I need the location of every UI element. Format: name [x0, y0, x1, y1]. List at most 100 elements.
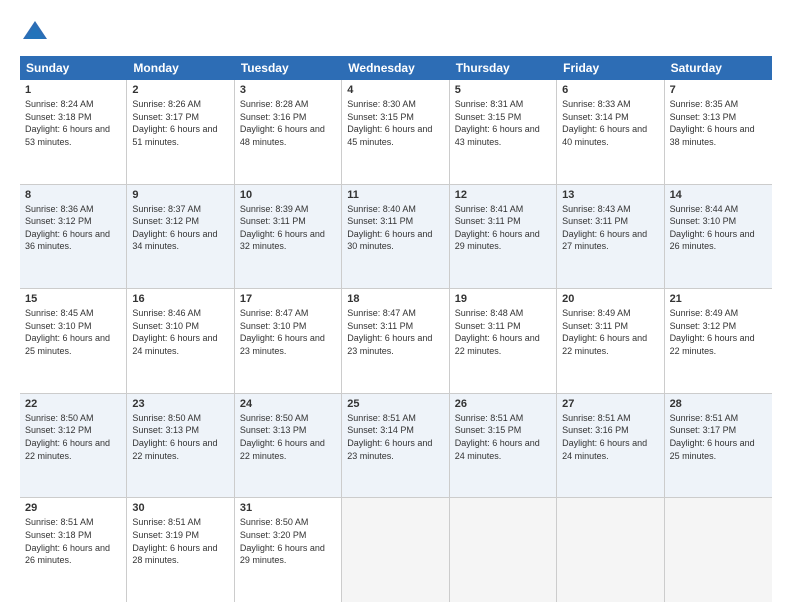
sunrise: Sunrise: 8:47 AM	[240, 308, 309, 318]
daylight: Daylight: 6 hours and 36 minutes.	[25, 229, 110, 252]
sunrise: Sunrise: 8:50 AM	[25, 413, 94, 423]
weekday-header: Sunday	[20, 56, 127, 80]
day-number: 25	[347, 398, 443, 410]
day-info: Sunrise: 8:48 AM Sunset: 3:11 PM Dayligh…	[455, 307, 551, 357]
calendar-body: 1 Sunrise: 8:24 AM Sunset: 3:18 PM Dayli…	[20, 80, 772, 602]
daylight: Daylight: 6 hours and 51 minutes.	[132, 124, 217, 147]
sunrise: Sunrise: 8:24 AM	[25, 99, 94, 109]
day-number: 6	[562, 84, 658, 96]
sunrise: Sunrise: 8:33 AM	[562, 99, 631, 109]
sunrise: Sunrise: 8:31 AM	[455, 99, 524, 109]
day-info: Sunrise: 8:26 AM Sunset: 3:17 PM Dayligh…	[132, 98, 228, 148]
day-info: Sunrise: 8:31 AM Sunset: 3:15 PM Dayligh…	[455, 98, 551, 148]
sunrise: Sunrise: 8:50 AM	[132, 413, 201, 423]
daylight: Daylight: 6 hours and 38 minutes.	[670, 124, 755, 147]
sunset: Sunset: 3:13 PM	[670, 112, 737, 122]
sunrise: Sunrise: 8:49 AM	[670, 308, 739, 318]
daylight: Daylight: 6 hours and 24 minutes.	[455, 438, 540, 461]
day-number: 30	[132, 502, 228, 514]
day-info: Sunrise: 8:49 AM Sunset: 3:12 PM Dayligh…	[670, 307, 767, 357]
calendar-cell: 24 Sunrise: 8:50 AM Sunset: 3:13 PM Dayl…	[235, 394, 342, 498]
calendar-cell	[342, 498, 449, 602]
daylight: Daylight: 6 hours and 40 minutes.	[562, 124, 647, 147]
daylight: Daylight: 6 hours and 22 minutes.	[562, 333, 647, 356]
day-info: Sunrise: 8:39 AM Sunset: 3:11 PM Dayligh…	[240, 203, 336, 253]
daylight: Daylight: 6 hours and 25 minutes.	[25, 333, 110, 356]
sunset: Sunset: 3:11 PM	[240, 216, 306, 226]
sunset: Sunset: 3:13 PM	[132, 425, 199, 435]
day-info: Sunrise: 8:51 AM Sunset: 3:19 PM Dayligh…	[132, 516, 228, 566]
sunrise: Sunrise: 8:51 AM	[25, 517, 94, 527]
calendar-cell: 11 Sunrise: 8:40 AM Sunset: 3:11 PM Dayl…	[342, 185, 449, 289]
sunset: Sunset: 3:10 PM	[132, 321, 199, 331]
day-info: Sunrise: 8:46 AM Sunset: 3:10 PM Dayligh…	[132, 307, 228, 357]
calendar-cell: 7 Sunrise: 8:35 AM Sunset: 3:13 PM Dayli…	[665, 80, 772, 184]
sunrise: Sunrise: 8:48 AM	[455, 308, 524, 318]
day-info: Sunrise: 8:50 AM Sunset: 3:12 PM Dayligh…	[25, 412, 121, 462]
sunset: Sunset: 3:14 PM	[562, 112, 629, 122]
day-number: 27	[562, 398, 658, 410]
day-number: 28	[670, 398, 767, 410]
page: SundayMondayTuesdayWednesdayThursdayFrid…	[0, 0, 792, 612]
sunrise: Sunrise: 8:43 AM	[562, 204, 631, 214]
weekday-header: Wednesday	[342, 56, 449, 80]
sunrise: Sunrise: 8:26 AM	[132, 99, 201, 109]
day-info: Sunrise: 8:49 AM Sunset: 3:11 PM Dayligh…	[562, 307, 658, 357]
day-info: Sunrise: 8:28 AM Sunset: 3:16 PM Dayligh…	[240, 98, 336, 148]
sunset: Sunset: 3:15 PM	[347, 112, 414, 122]
calendar-cell: 10 Sunrise: 8:39 AM Sunset: 3:11 PM Dayl…	[235, 185, 342, 289]
day-info: Sunrise: 8:51 AM Sunset: 3:15 PM Dayligh…	[455, 412, 551, 462]
sunset: Sunset: 3:20 PM	[240, 530, 307, 540]
day-number: 17	[240, 293, 336, 305]
sunset: Sunset: 3:19 PM	[132, 530, 199, 540]
sunrise: Sunrise: 8:30 AM	[347, 99, 416, 109]
calendar-cell	[665, 498, 772, 602]
sunset: Sunset: 3:10 PM	[670, 216, 737, 226]
sunset: Sunset: 3:18 PM	[25, 530, 92, 540]
daylight: Daylight: 6 hours and 29 minutes.	[455, 229, 540, 252]
calendar-cell: 25 Sunrise: 8:51 AM Sunset: 3:14 PM Dayl…	[342, 394, 449, 498]
weekday-header: Thursday	[450, 56, 557, 80]
sunset: Sunset: 3:12 PM	[670, 321, 737, 331]
calendar-cell	[557, 498, 664, 602]
sunrise: Sunrise: 8:51 AM	[455, 413, 524, 423]
day-info: Sunrise: 8:43 AM Sunset: 3:11 PM Dayligh…	[562, 203, 658, 253]
sunset: Sunset: 3:11 PM	[562, 216, 628, 226]
sunset: Sunset: 3:12 PM	[25, 425, 92, 435]
sunrise: Sunrise: 8:51 AM	[562, 413, 631, 423]
calendar-cell: 29 Sunrise: 8:51 AM Sunset: 3:18 PM Dayl…	[20, 498, 127, 602]
sunset: Sunset: 3:16 PM	[240, 112, 307, 122]
calendar-row: 8 Sunrise: 8:36 AM Sunset: 3:12 PM Dayli…	[20, 185, 772, 290]
daylight: Daylight: 6 hours and 48 minutes.	[240, 124, 325, 147]
daylight: Daylight: 6 hours and 45 minutes.	[347, 124, 432, 147]
calendar-cell: 28 Sunrise: 8:51 AM Sunset: 3:17 PM Dayl…	[665, 394, 772, 498]
day-number: 2	[132, 84, 228, 96]
daylight: Daylight: 6 hours and 23 minutes.	[347, 333, 432, 356]
day-info: Sunrise: 8:35 AM Sunset: 3:13 PM Dayligh…	[670, 98, 767, 148]
calendar: SundayMondayTuesdayWednesdayThursdayFrid…	[20, 56, 772, 602]
calendar-row: 22 Sunrise: 8:50 AM Sunset: 3:12 PM Dayl…	[20, 394, 772, 499]
weekday-header: Saturday	[665, 56, 772, 80]
day-number: 16	[132, 293, 228, 305]
daylight: Daylight: 6 hours and 22 minutes.	[132, 438, 217, 461]
day-number: 7	[670, 84, 767, 96]
calendar-row: 1 Sunrise: 8:24 AM Sunset: 3:18 PM Dayli…	[20, 80, 772, 185]
calendar-cell: 12 Sunrise: 8:41 AM Sunset: 3:11 PM Dayl…	[450, 185, 557, 289]
day-number: 5	[455, 84, 551, 96]
sunset: Sunset: 3:11 PM	[455, 216, 521, 226]
sunset: Sunset: 3:11 PM	[347, 321, 413, 331]
calendar-cell: 16 Sunrise: 8:46 AM Sunset: 3:10 PM Dayl…	[127, 289, 234, 393]
day-number: 31	[240, 502, 336, 514]
calendar-cell: 4 Sunrise: 8:30 AM Sunset: 3:15 PM Dayli…	[342, 80, 449, 184]
sunrise: Sunrise: 8:44 AM	[670, 204, 739, 214]
sunset: Sunset: 3:17 PM	[132, 112, 199, 122]
day-info: Sunrise: 8:33 AM Sunset: 3:14 PM Dayligh…	[562, 98, 658, 148]
sunset: Sunset: 3:12 PM	[25, 216, 92, 226]
daylight: Daylight: 6 hours and 22 minutes.	[240, 438, 325, 461]
daylight: Daylight: 6 hours and 30 minutes.	[347, 229, 432, 252]
sunrise: Sunrise: 8:35 AM	[670, 99, 739, 109]
calendar-cell: 20 Sunrise: 8:49 AM Sunset: 3:11 PM Dayl…	[557, 289, 664, 393]
sunset: Sunset: 3:18 PM	[25, 112, 92, 122]
sunrise: Sunrise: 8:51 AM	[132, 517, 201, 527]
day-info: Sunrise: 8:40 AM Sunset: 3:11 PM Dayligh…	[347, 203, 443, 253]
